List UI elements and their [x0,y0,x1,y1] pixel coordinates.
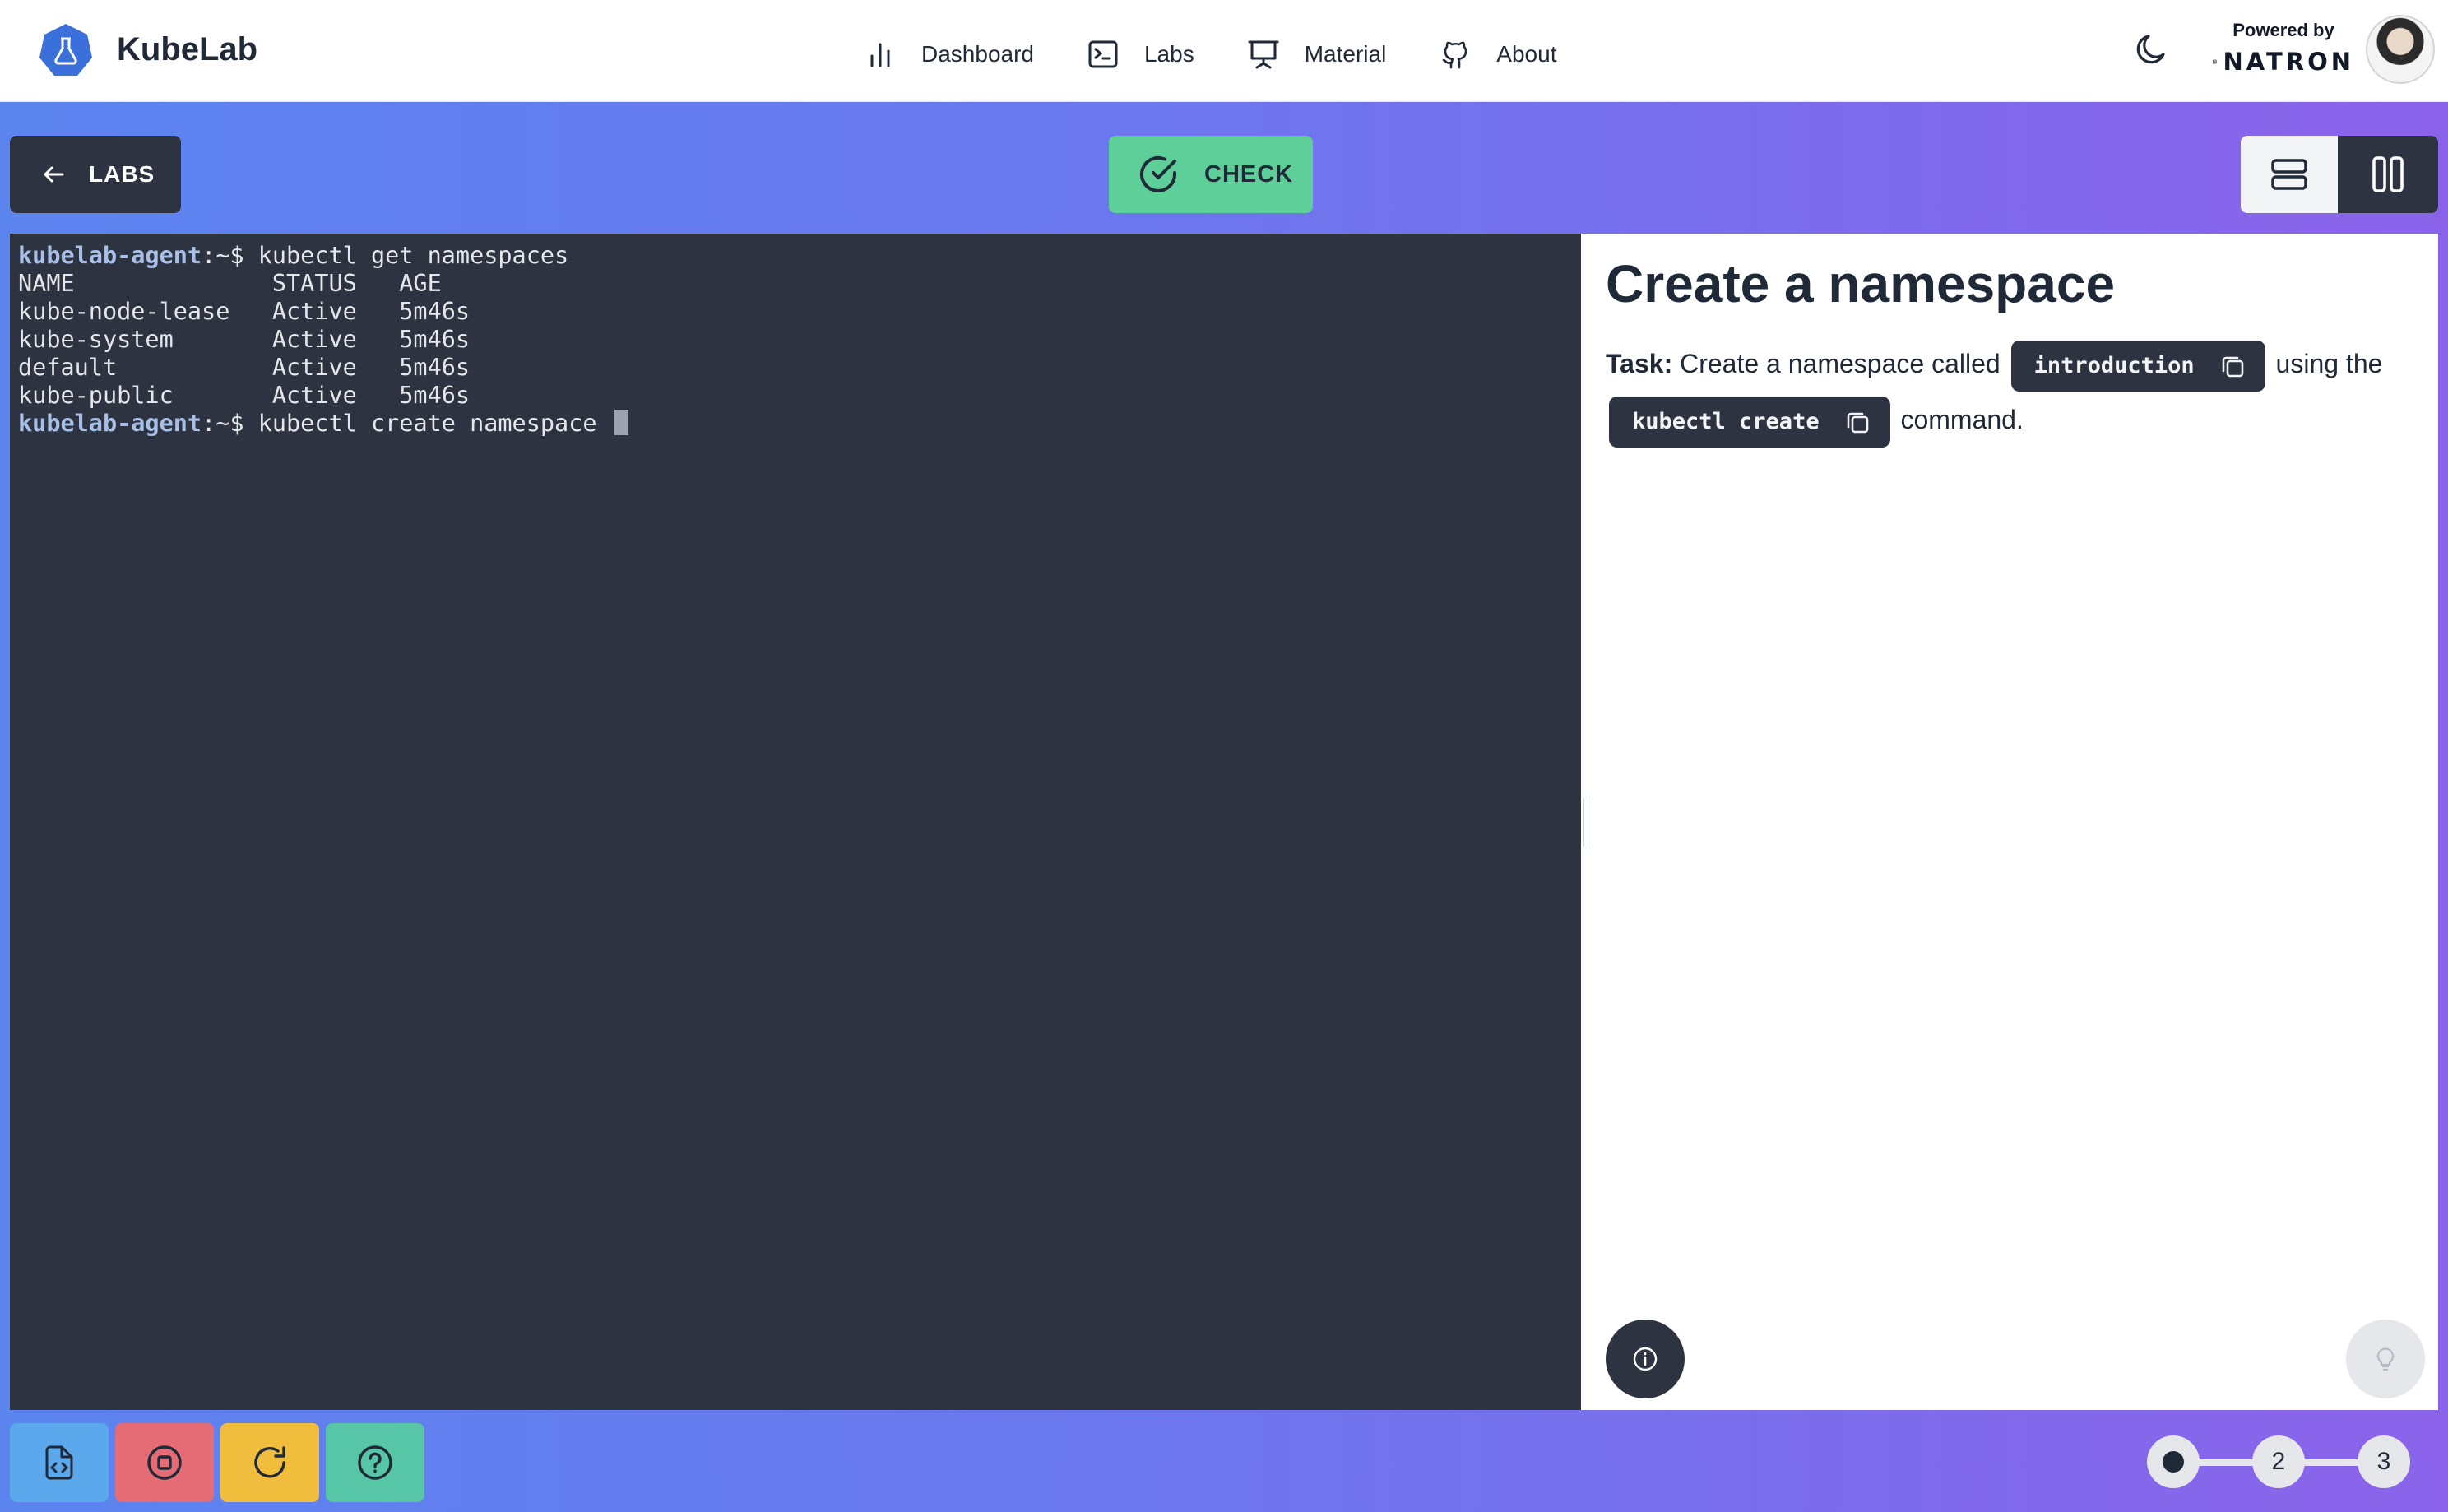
command-text: kubectl create namespace [257,410,611,437]
help-button[interactable] [326,1423,424,1502]
main-nav: Dashboard Labs Material About [864,31,1609,77]
terminal-output-line: kube-node-lease Active 5m46s [18,298,471,325]
check-label: CHECK [1204,160,1294,188]
task-text-3: command. [1900,405,2024,434]
columns-layout-icon [2372,156,2404,192]
nav-material-label: Material [1304,41,1387,67]
info-button[interactable] [1606,1320,1685,1398]
step-1[interactable] [2147,1435,2200,1488]
brand-name[interactable]: KubeLab [117,28,257,71]
task-label: Task: [1606,349,1673,378]
presentation-icon [1248,40,1279,69]
refresh-icon [254,1446,285,1478]
top-navbar: KubeLab Dashboard Labs Material About Po… [0,0,2448,102]
check-button[interactable]: CHECK [1109,136,1313,213]
step-3[interactable]: 3 [2358,1435,2410,1488]
check-circle-icon [1140,155,1176,192]
source-code-button[interactable] [10,1423,109,1502]
natron-mark-icon [2213,59,2217,64]
command-text: kubectl get namespaces [257,242,569,269]
natron-wordmark: NATRON [2223,48,2354,76]
arrow-left-icon [44,166,64,183]
code-snippet-text: introduction [2033,352,2195,378]
progress-stepper: 2 3 [2147,1435,2418,1490]
nav-about-label: About [1496,41,1557,67]
rows-layout-icon [2271,159,2307,190]
hint-button[interactable] [2346,1320,2425,1398]
layout-stacked-button[interactable] [2241,136,2338,213]
restart-button[interactable] [220,1423,319,1502]
stop-button[interactable] [115,1423,214,1502]
file-code-icon [45,1445,73,1480]
terminal-output-line: default Active 5m46s [18,354,471,381]
task-description: Task: Create a namespace called introduc… [1606,336,2428,448]
back-to-labs-button[interactable]: LABS [10,136,181,213]
terminal[interactable]: kubelab-agent:~$ kubectl get namespaces … [10,234,1581,1410]
current-step-dot [2163,1451,2184,1473]
terminal-line: kubelab-agent:~$ kubectl create namespac… [10,410,1581,438]
nav-material[interactable]: Material [1247,38,1387,71]
powered-by[interactable]: Powered by NATRON [2213,20,2354,76]
terminal-icon [1088,40,1118,68]
code-snippet-introduction[interactable]: introduction [2010,340,2265,392]
code-snippet-kubectl-create[interactable]: kubectl create [1609,396,1890,448]
back-to-labs-label: LABS [89,161,155,187]
nav-labs-label: Labs [1143,41,1194,67]
info-icon [1633,1347,1658,1371]
terminal-line: kubelab-agent:~$ kubectl get namespaces [10,242,1581,270]
prompt-suffix: :~$ [202,410,258,437]
resize-handle[interactable] [1583,798,1588,847]
lightbulb-icon [2376,1347,2395,1371]
bar-chart-icon [870,43,890,67]
natron-logo: NATRON [2213,48,2354,76]
terminal-output-line: kube-public Active 5m46s [18,382,471,409]
nav-about[interactable]: About [1439,38,1556,71]
task-text-2: using the [2275,349,2383,378]
task-title: Create a namespace [1606,254,2116,313]
kubelab-logo-icon[interactable] [38,22,94,78]
terminal-cursor [614,410,628,435]
nav-dashboard-label: Dashboard [921,41,1034,67]
stop-circle-icon [147,1445,182,1480]
terminal-output-line: kube-system Active 5m46s [18,326,471,353]
task-text-1: Create a namespace called [1680,349,2001,378]
prompt-user: kubelab-agent [18,242,202,269]
layout-split-button[interactable] [2338,136,2438,213]
prompt-user: kubelab-agent [18,410,202,437]
terminal-output-line: NAME STATUS AGE [18,270,442,297]
layout-toggle [2241,136,2438,213]
nav-labs[interactable]: Labs [1087,38,1194,71]
dark-mode-toggle-icon[interactable] [2132,30,2172,69]
help-circle-icon [358,1445,392,1480]
code-snippet-text: kubectl create [1632,408,1820,434]
github-icon [1442,41,1467,69]
copy-icon[interactable] [1844,409,1871,435]
powered-by-label: Powered by [2232,20,2334,40]
step-2[interactable]: 2 [2252,1435,2305,1488]
prompt-suffix: :~$ [202,242,258,269]
instructions-panel: Create a namespace Task: Create a namesp… [1581,234,2438,1410]
user-avatar[interactable] [2366,15,2435,84]
nav-dashboard[interactable]: Dashboard [864,38,1034,71]
copy-icon[interactable] [2219,353,2246,379]
